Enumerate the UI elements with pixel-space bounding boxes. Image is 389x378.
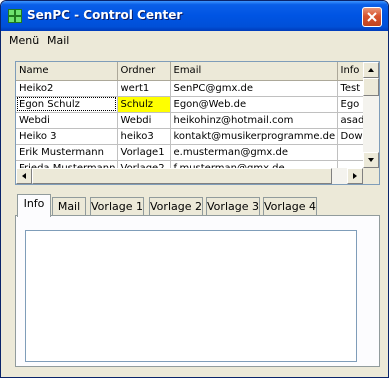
cell-ordner[interactable]: Webdi <box>117 112 171 129</box>
header-row: Name Ordner Email Info <box>16 62 379 81</box>
table-row[interactable]: Heiko 3 heiko3 kontakt@musikerprogramme.… <box>16 128 379 145</box>
close-button[interactable] <box>362 7 382 27</box>
window-title: SenPC - Control Center <box>27 8 183 22</box>
cell-email[interactable]: e.musterman@gmx.de <box>170 144 338 161</box>
cell-ordner-highlighted[interactable]: Schulz <box>117 96 171 113</box>
cell-email[interactable]: heikohinz@hotmail.com <box>170 112 338 129</box>
tab-vorlage-2[interactable]: Vorlage 2 <box>149 197 203 216</box>
app-grid-icon <box>8 9 22 23</box>
arrow-down-icon <box>368 158 374 162</box>
table-row[interactable]: Egon Schulz Schulz Egon@Web.de Ego <box>16 96 379 113</box>
horizontal-scroll-thumb[interactable] <box>32 168 332 184</box>
arrow-up-icon <box>368 68 374 72</box>
scroll-down-button[interactable] <box>363 152 379 168</box>
cell-ordner[interactable]: heiko3 <box>117 128 171 145</box>
contacts-table: Name Ordner Email Info Heiko2 wert1 SenP… <box>16 62 379 177</box>
scroll-left-button[interactable] <box>16 168 32 184</box>
cell-ordner[interactable]: Vorlage1 <box>117 144 171 161</box>
column-header-email[interactable]: Email <box>170 62 338 81</box>
arrow-left-icon <box>22 173 26 179</box>
cell-ordner[interactable]: wert1 <box>117 80 171 97</box>
tab-vorlage-3[interactable]: Vorlage 3 <box>206 197 260 216</box>
cell-name[interactable]: Heiko2 <box>16 80 118 97</box>
menu-item-menue[interactable]: Menü <box>9 34 39 47</box>
table-row[interactable]: Heiko2 wert1 SenPC@gmx.de Test <box>16 80 379 97</box>
scrollbar-corner <box>363 168 379 184</box>
cell-name[interactable]: Heiko 3 <box>16 128 118 145</box>
tab-panel-info <box>15 215 380 367</box>
vertical-scrollbar[interactable] <box>363 62 379 168</box>
tab-vorlage-1[interactable]: Vorlage 1 <box>90 197 144 216</box>
cell-name[interactable]: Webdi <box>16 112 118 129</box>
cell-name-selected[interactable]: Egon Schulz <box>16 96 118 113</box>
menu-item-mail[interactable]: Mail <box>47 34 69 47</box>
tab-vorlage-4[interactable]: Vorlage 4 <box>263 197 317 216</box>
close-icon <box>367 12 377 22</box>
scroll-right-button[interactable] <box>347 168 363 184</box>
cell-email[interactable]: Egon@Web.de <box>170 96 338 113</box>
column-header-ordner[interactable]: Ordner <box>117 62 171 81</box>
scroll-up-button[interactable] <box>363 62 379 78</box>
info-textarea[interactable] <box>25 230 357 362</box>
tab-mail[interactable]: Mail <box>52 197 86 216</box>
table-row[interactable]: Webdi Webdi heikohinz@hotmail.com asad <box>16 112 379 129</box>
vertical-scroll-thumb[interactable] <box>363 78 379 96</box>
table-row[interactable]: Erik Mustermann Vorlage1 e.musterman@gmx… <box>16 144 379 161</box>
horizontal-scrollbar[interactable] <box>16 168 363 184</box>
arrow-right-icon <box>353 173 357 179</box>
contacts-grid[interactable]: Name Ordner Email Info Heiko2 wert1 SenP… <box>15 61 380 185</box>
cell-email[interactable]: SenPC@gmx.de <box>170 80 338 97</box>
cell-email[interactable]: kontakt@musikerprogramme.de <box>170 128 338 145</box>
tab-info[interactable]: Info <box>17 194 51 217</box>
column-header-name[interactable]: Name <box>16 62 118 81</box>
tab-strip: Info Mail Vorlage 1 Vorlage 2 Vorlage 3 … <box>15 194 380 217</box>
title-bar[interactable]: SenPC - Control Center <box>1 1 388 31</box>
menu-bar: Menü Mail <box>1 31 388 51</box>
main-window: SenPC - Control Center Menü Mail Name Or… <box>0 0 389 378</box>
cell-name[interactable]: Erik Mustermann <box>16 144 118 161</box>
